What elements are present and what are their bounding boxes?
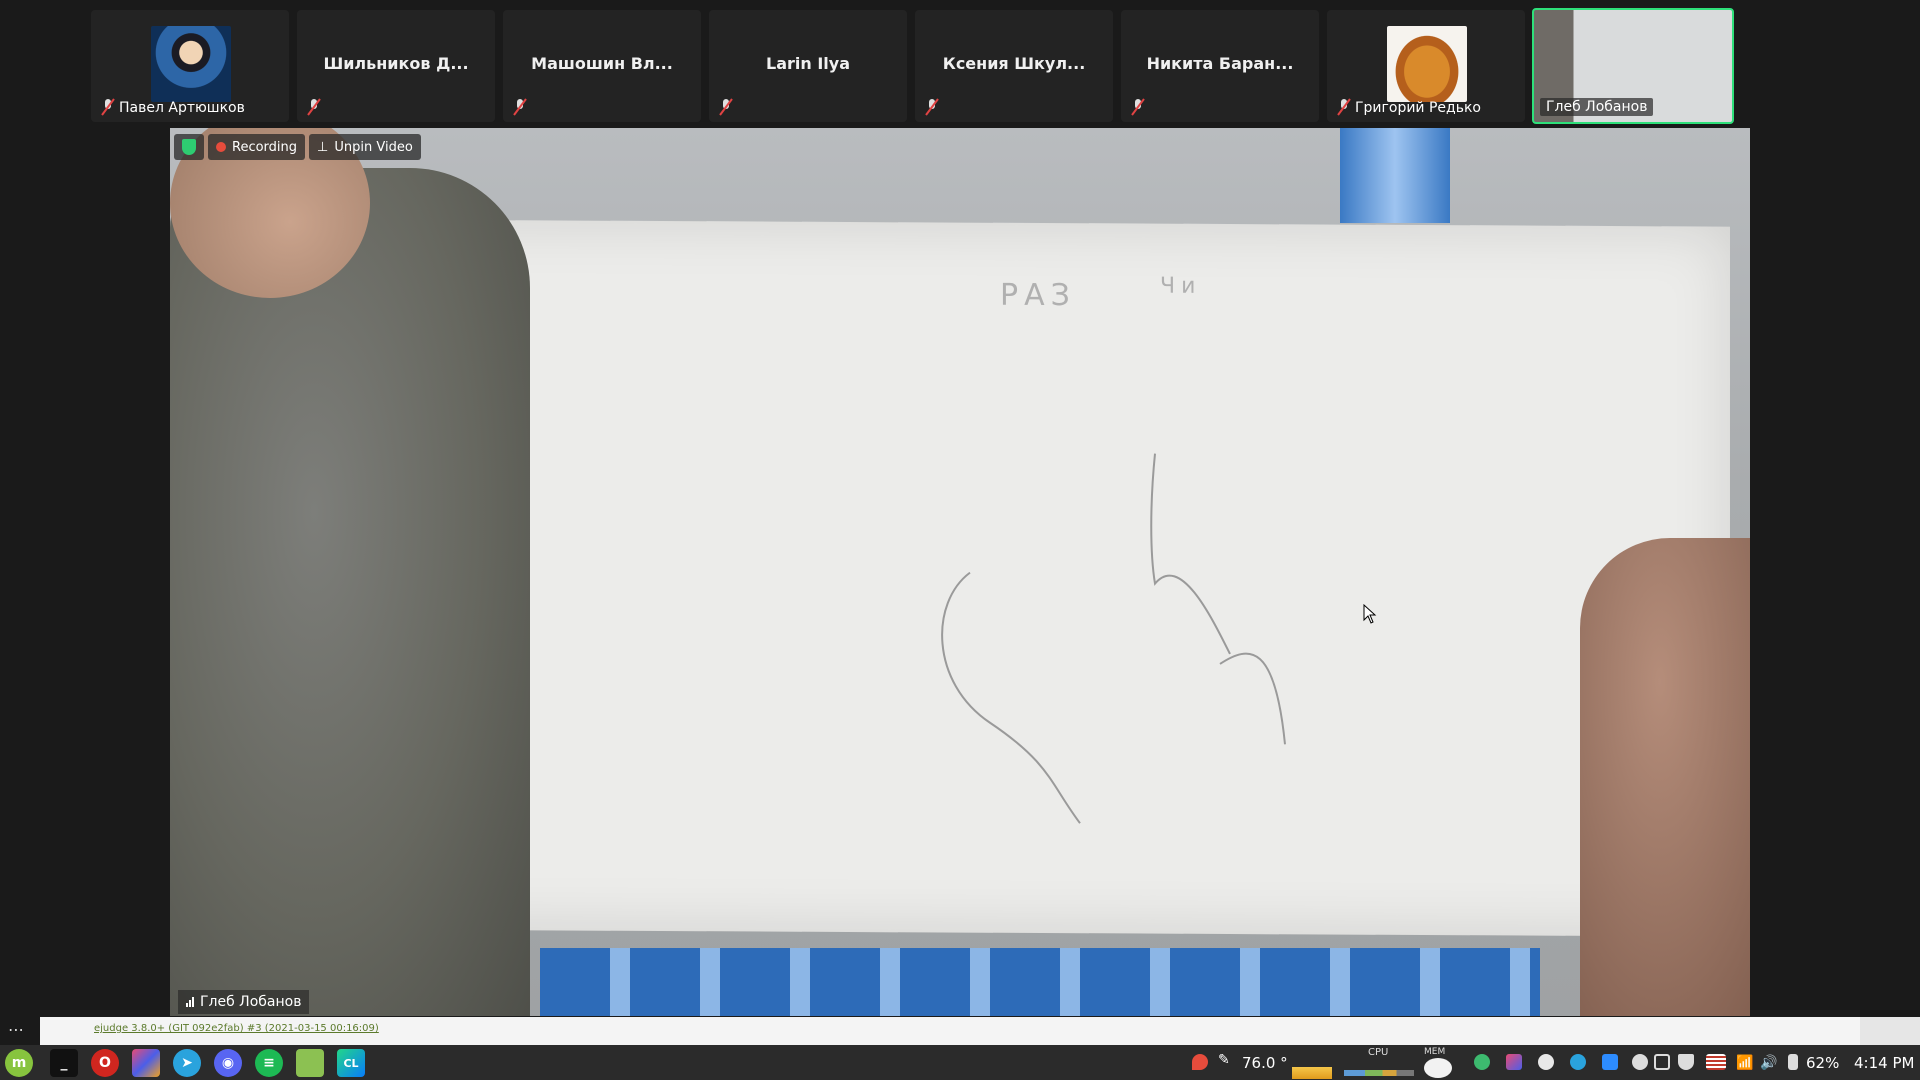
mem-label: MEM xyxy=(1424,1047,1446,1057)
telegram-icon[interactable]: ➤ xyxy=(173,1049,201,1077)
jetbrains-toolbox-icon[interactable] xyxy=(132,1049,160,1077)
taskbar: m _ O ➤ ◉ ≡ CL ✎ 76.0 ° CPU MEM 📶 🔊 62% … xyxy=(0,1045,1920,1080)
participant-strip: Павел Артюшков Шильников Д... Машошин Вл… xyxy=(0,0,1920,126)
terminal-icon[interactable]: _ xyxy=(50,1049,78,1077)
video-toolbar: Recording ⊥ Unpin Video xyxy=(174,134,421,160)
participant-tile[interactable]: Машошин Вл... xyxy=(503,10,701,122)
participant-tile[interactable]: Павел Артюшков xyxy=(91,10,289,122)
clipboard-icon[interactable] xyxy=(1654,1054,1670,1070)
mic-muted-icon xyxy=(1337,98,1351,116)
whiteboard-drawing xyxy=(941,453,1286,824)
location-pin-icon[interactable] xyxy=(1192,1054,1208,1070)
clion-icon[interactable]: CL xyxy=(337,1049,365,1077)
participant-name: Машошин Вл... xyxy=(531,54,673,73)
battery-percentage: 62% xyxy=(1806,1053,1840,1072)
clock[interactable]: 4:14 PM xyxy=(1854,1045,1914,1080)
whiteboard: РАЗ Чи xyxy=(350,219,1730,937)
status-link[interactable]: ejudge 3.8.0+ (GIT 092e2fab) #3 (2021-03… xyxy=(94,1023,379,1034)
cpu-label: CPU xyxy=(1368,1047,1389,1058)
participant-tile[interactable]: Ксения Шкул... xyxy=(915,10,1113,122)
telegram-tray-icon[interactable] xyxy=(1570,1054,1586,1070)
mint-menu-icon[interactable]: m xyxy=(5,1049,33,1077)
opera-icon[interactable]: O xyxy=(91,1049,119,1077)
signal-bars-icon xyxy=(186,997,194,1007)
steam-icon[interactable] xyxy=(1538,1054,1554,1070)
shield-icon xyxy=(182,139,196,155)
participant-name: Григорий Редько xyxy=(1355,100,1481,116)
cpu-usage-bar xyxy=(1344,1070,1414,1076)
cpu-monitor[interactable]: CPU xyxy=(1342,1047,1416,1078)
participant-tile[interactable]: Григорий Редько xyxy=(1327,10,1525,122)
wifi-icon[interactable]: 📶 xyxy=(1736,1045,1753,1080)
jetbrains-tray-icon[interactable] xyxy=(1506,1054,1522,1070)
participant-avatar xyxy=(151,26,231,102)
mic-muted-icon xyxy=(719,98,733,116)
participant-name: Шильников Д... xyxy=(323,54,469,73)
files-icon[interactable] xyxy=(296,1049,324,1077)
recording-dot-icon xyxy=(216,142,226,152)
presenter xyxy=(170,128,530,1016)
participant-name: Никита Баран... xyxy=(1146,54,1294,73)
window-background xyxy=(1340,128,1450,223)
mouse-cursor-icon xyxy=(1363,604,1377,624)
discord-icon[interactable]: ◉ xyxy=(214,1049,242,1077)
mic-muted-icon xyxy=(307,98,321,116)
temperature-readout: 76.0 ° xyxy=(1242,1053,1288,1072)
mic-muted-icon xyxy=(925,98,939,116)
participant-name: Глеб Лобанов xyxy=(1540,98,1654,116)
keyboard-layout-flag-icon[interactable] xyxy=(1706,1054,1726,1070)
scrollbar[interactable] xyxy=(1860,1017,1920,1045)
more-options-icon[interactable]: ⋯ xyxy=(8,1020,24,1039)
participant-tile[interactable]: Никита Баран... xyxy=(1121,10,1319,122)
spotify-icon[interactable]: ≡ xyxy=(255,1049,283,1077)
recording-label: Recording xyxy=(232,139,298,155)
participant-name: Павел Артюшков xyxy=(119,100,245,116)
battery-icon[interactable] xyxy=(1788,1054,1798,1070)
bluetooth-icon[interactable] xyxy=(1474,1054,1490,1070)
participant-tile[interactable]: Шильников Д... xyxy=(297,10,495,122)
mic-muted-icon xyxy=(1131,98,1145,116)
participant-tile-active[interactable]: Глеб Лобанов xyxy=(1532,8,1734,124)
pipette-icon[interactable]: ✎ xyxy=(1218,1052,1234,1068)
participant-name: Larin Ilya xyxy=(766,54,850,73)
mic-muted-icon xyxy=(513,98,527,116)
zoom-icon[interactable] xyxy=(1602,1054,1618,1070)
memory-monitor[interactable]: MEM xyxy=(1424,1047,1454,1078)
memory-usage-pie xyxy=(1424,1058,1452,1078)
audience-member xyxy=(1580,538,1750,1016)
main-video[interactable]: РАЗ Чи Recording ⊥ Unpin Video Глеб Лоба… xyxy=(170,128,1750,1016)
speaker-name: Глеб Лобанов xyxy=(200,994,302,1010)
window-background xyxy=(540,948,1540,1016)
pin-icon: ⊥ xyxy=(317,139,329,155)
bluetooth-tray-icon[interactable] xyxy=(1632,1054,1648,1070)
participant-name: Ксения Шкул... xyxy=(942,54,1086,73)
browser-status-bar: ejudge 3.8.0+ (GIT 092e2fab) #3 (2021-03… xyxy=(40,1017,1920,1045)
security-badge[interactable] xyxy=(174,134,204,160)
unpin-video-button[interactable]: ⊥ Unpin Video xyxy=(309,134,421,160)
speaker-name-tag: Глеб Лобанов xyxy=(178,990,310,1014)
shield-tray-icon[interactable] xyxy=(1678,1054,1694,1070)
participant-tile[interactable]: Larin Ilya xyxy=(709,10,907,122)
temperature-graph xyxy=(1292,1059,1332,1079)
mic-muted-icon xyxy=(101,98,115,116)
volume-icon[interactable]: 🔊 xyxy=(1760,1045,1777,1080)
recording-indicator[interactable]: Recording xyxy=(208,134,306,160)
unpin-label: Unpin Video xyxy=(334,139,413,155)
participant-avatar xyxy=(1387,26,1467,102)
